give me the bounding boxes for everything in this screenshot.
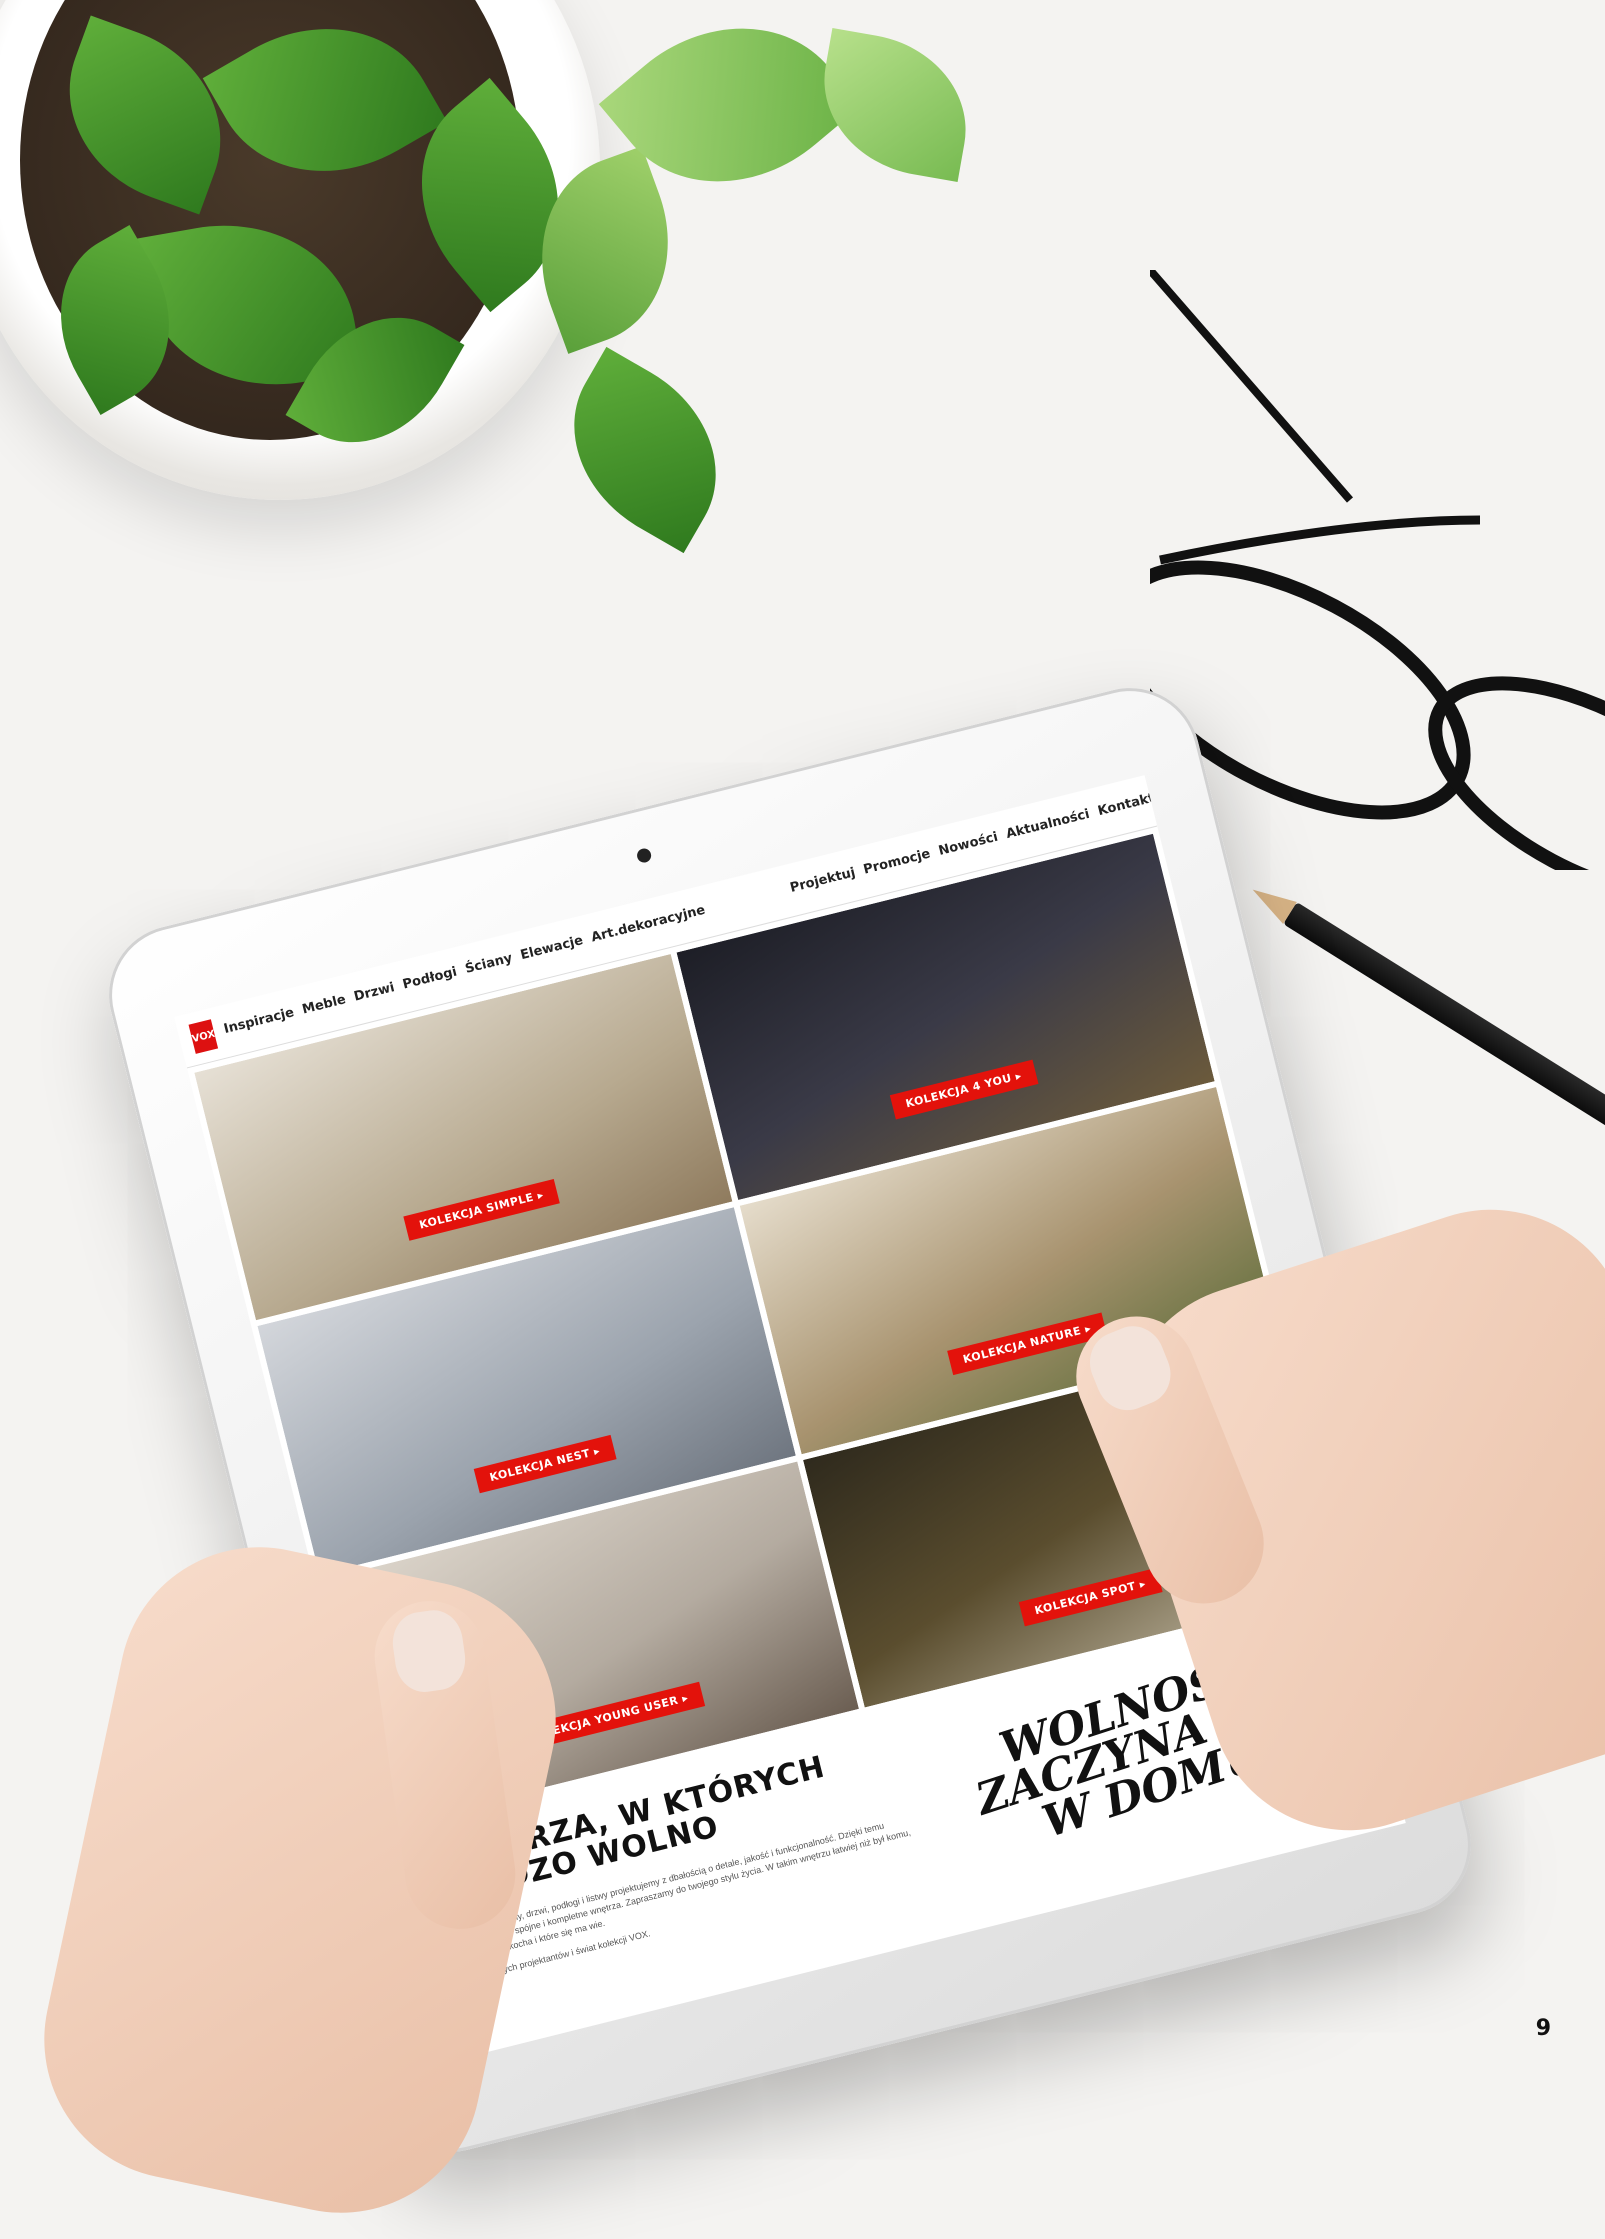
nav-item-elewacje[interactable]: Elewacje	[519, 933, 585, 966]
nav-item-aktualnosci[interactable]: Aktualności	[1005, 807, 1092, 845]
nav-item-promocje[interactable]: Promocje	[862, 847, 933, 881]
nav-item-projektuj[interactable]: Projektuj	[789, 865, 858, 899]
nav-item-podlogi[interactable]: Podłogi	[401, 965, 459, 996]
nav-item-meble[interactable]: Meble	[301, 992, 348, 1020]
nav-item-inspiracje[interactable]: Inspiracje	[222, 1005, 296, 1040]
eyeglasses	[1150, 270, 1605, 870]
nav-item-kontakt[interactable]: Kontakt	[1096, 791, 1157, 822]
nav-spacer	[712, 884, 784, 918]
pencil	[1283, 901, 1605, 1158]
nav-item-sciany[interactable]: Ściany	[464, 951, 515, 980]
page-number: 9	[1535, 2016, 1551, 2041]
nav-item-nowosci[interactable]: Nowości	[937, 830, 1000, 862]
vox-logo[interactable]: VOX	[188, 1019, 219, 1054]
nav-item-drzwi[interactable]: Drzwi	[353, 980, 397, 1007]
photo-scene: VOX Inspiracje Meble Drzwi Podłogi Ścian…	[0, 0, 1605, 2239]
nav-item-art-dekoracyjne[interactable]: Art.dekoracyjne	[590, 903, 708, 949]
